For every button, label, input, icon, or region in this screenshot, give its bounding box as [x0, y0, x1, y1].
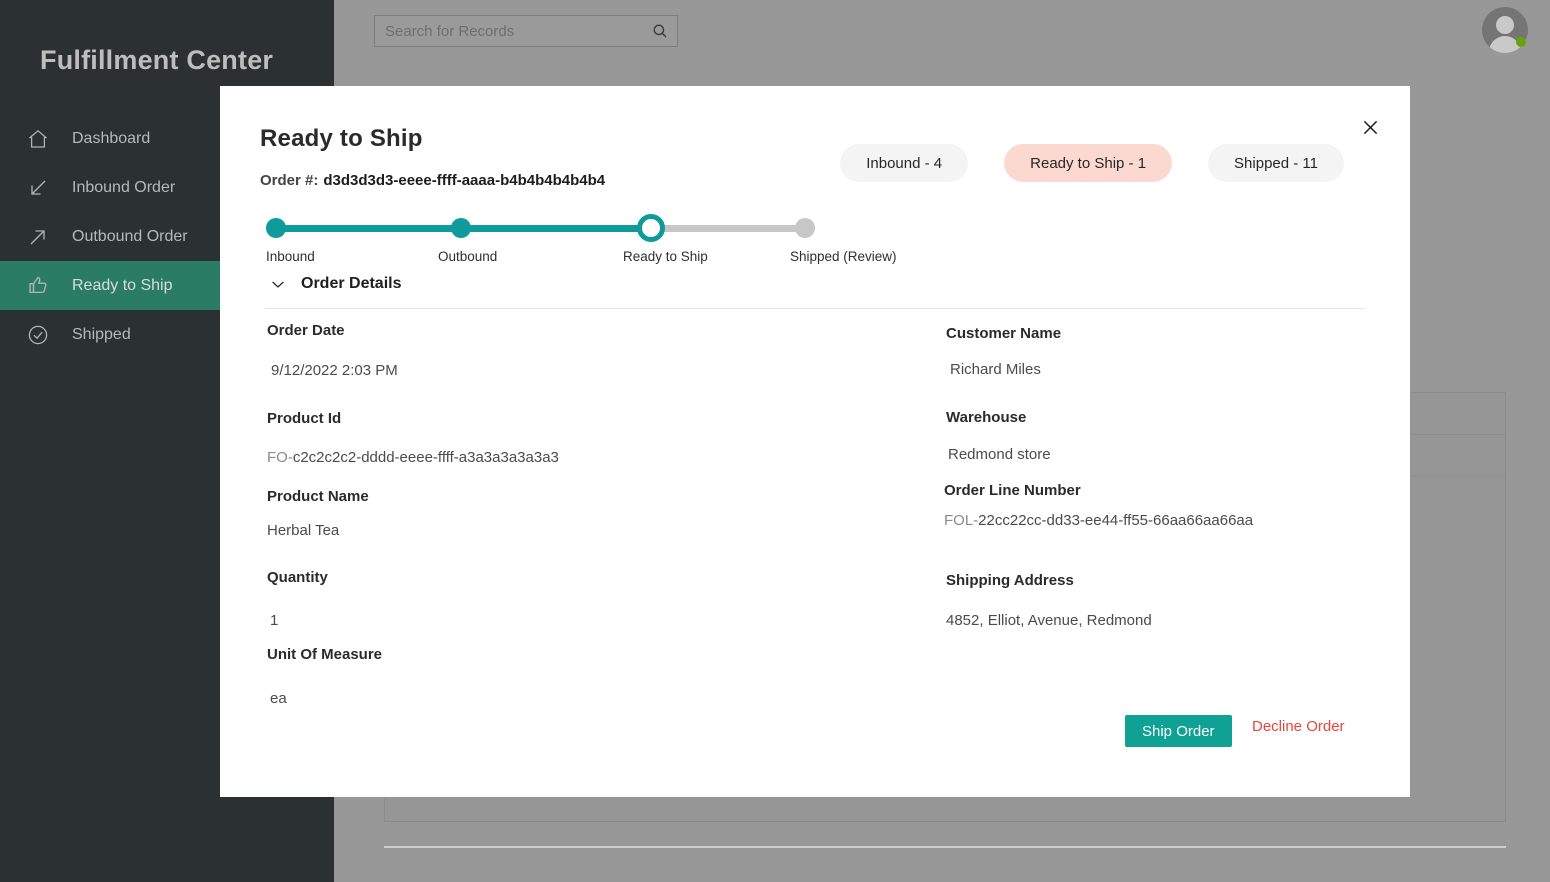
- arrow-down-left-icon: [26, 175, 62, 201]
- sidebar-item-label: Outbound Order: [62, 228, 188, 246]
- field-value-warehouse: Redmond store: [948, 446, 1051, 463]
- stepper-label-outbound: Outbound: [438, 249, 497, 264]
- chip-ready-to-ship[interactable]: Ready to Ship - 1: [1004, 144, 1172, 182]
- field-label-quantity: Quantity: [267, 569, 328, 586]
- chevron-down-icon: [268, 274, 288, 294]
- chip-inbound[interactable]: Inbound - 4: [840, 144, 968, 182]
- stepper-label-ready-to-ship: Ready to Ship: [623, 249, 708, 264]
- field-value-product-id-text: c2c2c2c2-dddd-eeee-ffff-a3a3a3a3a3a3: [293, 449, 559, 466]
- field-label-order-date: Order Date: [267, 322, 345, 339]
- section-divider: [265, 308, 1365, 309]
- order-progress-stepper: Inbound Outbound Ready to Ship Shipped (…: [266, 211, 826, 271]
- avatar-head: [1496, 16, 1514, 34]
- field-prefix-product-id: FO-: [267, 449, 293, 466]
- search-input[interactable]: Search for Records: [375, 23, 643, 40]
- sidebar-item-label: Dashboard: [62, 130, 150, 148]
- search-box[interactable]: Search for Records: [374, 15, 678, 47]
- chip-shipped[interactable]: Shipped - 11: [1208, 144, 1344, 182]
- background-footer-rule: [384, 846, 1506, 848]
- field-value-shipping-address: 4852, Elliot, Avenue, Redmond: [946, 612, 1152, 629]
- field-value-product-name: Herbal Tea: [267, 522, 339, 539]
- field-label-product-id: Product Id: [267, 410, 341, 427]
- close-icon[interactable]: [1353, 110, 1387, 144]
- field-value-quantity: 1: [270, 612, 278, 629]
- presence-indicator-icon: [1516, 37, 1526, 47]
- order-number-row: Order #: d3d3d3d3-eeee-ffff-aaaa-b4b4b4b4…: [260, 172, 605, 189]
- stepper-label-shipped: Shipped (Review): [790, 249, 897, 264]
- app-brand-title: Fulfillment Center: [0, 0, 334, 88]
- sidebar-item-label: Shipped: [62, 326, 131, 344]
- field-value-order-line-number: FOL-22cc22cc-dd33-ee44-ff55-66aa66aa66aa: [944, 512, 1253, 529]
- field-label-unit-of-measure: Unit Of Measure: [267, 646, 382, 663]
- dialog-title: Ready to Ship: [260, 125, 423, 153]
- field-value-product-id: FO-c2c2c2c2-dddd-eeee-ffff-a3a3a3a3a3a3: [267, 449, 559, 466]
- field-label-shipping-address: Shipping Address: [946, 572, 1074, 589]
- stepper-label-inbound: Inbound: [266, 249, 315, 264]
- field-label-customer-name: Customer Name: [946, 325, 1061, 342]
- sidebar-item-label: Ready to Ship: [62, 277, 173, 295]
- arrow-up-right-icon: [26, 224, 62, 250]
- ship-order-button[interactable]: Ship Order: [1125, 715, 1232, 747]
- stepper-node-inbound[interactable]: [266, 218, 286, 238]
- thumbs-up-icon: [26, 273, 62, 299]
- stepper-node-shipped[interactable]: [795, 218, 815, 238]
- order-number-label: Order #:: [260, 172, 318, 189]
- field-value-order-line-number-text: 22cc22cc-dd33-ee44-ff55-66aa66aa66aa: [978, 512, 1253, 529]
- order-details-label: Order Details: [301, 275, 401, 293]
- field-label-warehouse: Warehouse: [946, 409, 1026, 426]
- sidebar-item-label: Inbound Order: [62, 179, 175, 197]
- user-avatar-button[interactable]: [1482, 7, 1528, 53]
- check-circle-icon: [26, 322, 62, 348]
- stepper-node-ready-to-ship[interactable]: [637, 214, 665, 242]
- order-details-toggle[interactable]: Order Details: [268, 274, 401, 294]
- status-filter-chips: Inbound - 4 Ready to Ship - 1 Shipped - …: [840, 144, 1344, 182]
- order-number-value: d3d3d3d3-eeee-ffff-aaaa-b4b4b4b4b4b4: [323, 172, 605, 189]
- field-label-product-name: Product Name: [267, 488, 369, 505]
- search-icon[interactable]: [643, 22, 677, 40]
- field-value-customer-name: Richard Miles: [950, 361, 1041, 378]
- decline-order-button[interactable]: Decline Order: [1252, 718, 1345, 735]
- field-value-order-date: 9/12/2022 2:03 PM: [271, 362, 398, 379]
- field-label-order-line-number: Order Line Number: [944, 482, 1081, 499]
- home-icon: [26, 126, 62, 152]
- field-value-unit-of-measure: ea: [270, 690, 287, 707]
- stepper-node-outbound[interactable]: [451, 218, 471, 238]
- field-prefix-order-line-number: FOL-: [944, 512, 978, 529]
- app-root: Fulfillment Center Dashboard Inbound Ord…: [0, 0, 1550, 882]
- order-detail-dialog: Ready to Ship Order #: d3d3d3d3-eeee-ffff…: [220, 86, 1410, 797]
